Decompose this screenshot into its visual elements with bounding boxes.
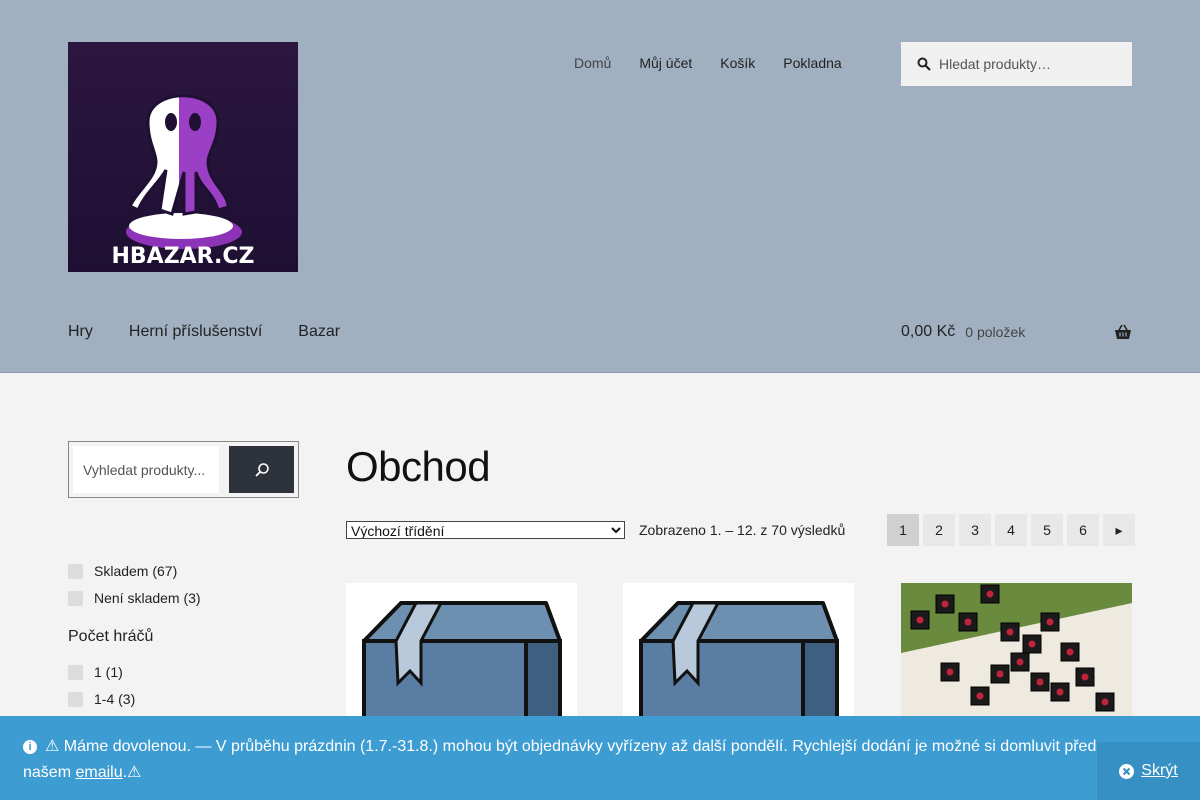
nav-link-my-account[interactable]: Můj účet [625, 55, 706, 71]
checkbox[interactable] [68, 664, 83, 680]
logo-text: HBAZAR.CZ [112, 244, 255, 269]
checkbox[interactable] [68, 691, 83, 707]
pagination: 1 2 3 4 5 6 ▸ [887, 514, 1135, 546]
cart-item-count: 0 položek [965, 324, 1026, 340]
notice-message: ⚠ Máme dovolenou. — V průběhu prázdnin (… [23, 738, 1141, 781]
notice-text: i ⚠ Máme dovolenou. — V průběhu prázdnin … [23, 734, 1173, 786]
header-cart[interactable]: 0,00 Kč 0 položek [901, 323, 1132, 341]
search-icon [917, 57, 931, 71]
filter-in-stock[interactable]: Skladem (67) [68, 563, 177, 579]
header-search [901, 42, 1132, 86]
cart-amount: 0,00 Kč [901, 323, 956, 340]
basket-icon [1115, 324, 1131, 339]
filter-label: 1-4 (3) [94, 691, 136, 707]
page-link[interactable]: 4 [995, 514, 1027, 546]
filter-players-1[interactable]: 1 (1) [68, 664, 123, 680]
site-logo[interactable]: HBAZAR.CZ [68, 42, 298, 272]
product-image-placeholder-box[interactable] [346, 583, 577, 723]
close-icon [1119, 763, 1135, 779]
filter-out-of-stock[interactable]: Není skladem (3) [68, 590, 201, 606]
checkbox[interactable] [68, 590, 83, 606]
nav-link-games[interactable]: Hry [68, 323, 93, 341]
nav-link-home[interactable]: Domů [560, 55, 625, 71]
page-link[interactable]: 3 [959, 514, 991, 546]
header-search-input[interactable] [939, 56, 1119, 72]
product-search-widget [68, 441, 299, 498]
product-search-button[interactable] [229, 446, 294, 493]
dismiss-notice-button[interactable]: Skrýt [1097, 742, 1200, 800]
secondary-navigation: Domů Můj účet Košík Pokladna [560, 55, 856, 71]
nav-link-accessories[interactable]: Herní příslušenství [129, 323, 262, 341]
dismiss-label: Skrýt [1141, 762, 1178, 779]
product-image-dice-game[interactable] [901, 583, 1132, 723]
filter-label: Skladem (67) [94, 563, 178, 579]
filter-label: 1 (1) [94, 664, 123, 680]
page-number-current: 1 [887, 514, 919, 546]
notice-email-link[interactable]: emailu [75, 764, 122, 781]
site-header: HBAZAR.CZ Domů Můj účet Košík Pokladna H… [0, 0, 1200, 373]
sort-select[interactable]: Výchozí třídění [346, 521, 625, 539]
filter-label: Není skladem (3) [94, 590, 201, 606]
product-image-placeholder-box[interactable] [623, 583, 854, 723]
primary-navigation: Hry Herní příslušenství Bazar [68, 323, 376, 341]
filter-players-1-4[interactable]: 1-4 (3) [68, 691, 135, 707]
nav-link-bazaar[interactable]: Bazar [298, 323, 340, 341]
next-page-button[interactable]: ▸ [1103, 514, 1135, 546]
players-filter-heading: Počet hráčů [68, 628, 154, 645]
page-link[interactable]: 2 [923, 514, 955, 546]
search-icon [254, 462, 269, 477]
nav-link-cart[interactable]: Košík [706, 55, 769, 71]
nav-link-checkout[interactable]: Pokladna [769, 55, 855, 71]
product-search-input[interactable] [73, 446, 219, 493]
result-count: Zobrazeno 1. – 12. z 70 výsledků [639, 522, 846, 538]
checkbox[interactable] [68, 563, 83, 579]
page-link[interactable]: 5 [1031, 514, 1063, 546]
page-link[interactable]: 6 [1067, 514, 1099, 546]
info-icon: i [23, 740, 37, 754]
page-title: Obchod [346, 443, 491, 490]
notice-message-end: .⚠ [122, 764, 142, 781]
store-notice: i ⚠ Máme dovolenou. — V průběhu prázdnin … [0, 716, 1200, 800]
